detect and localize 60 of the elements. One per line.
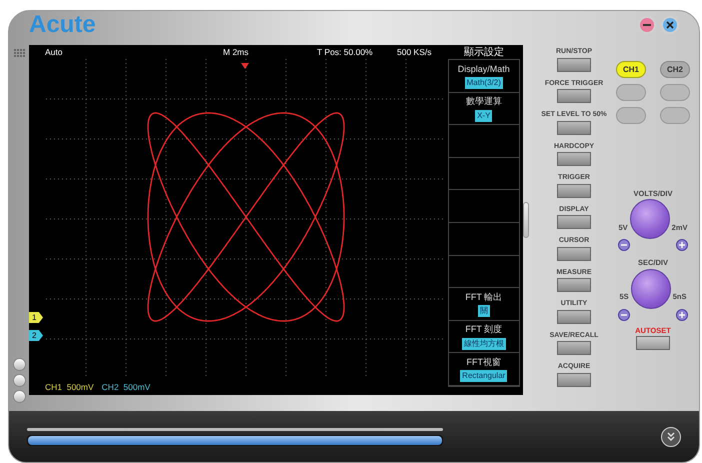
channel-marker[interactable]: 2 bbox=[29, 330, 43, 341]
panel-handle[interactable] bbox=[523, 202, 529, 238]
trigger-position: T Pos: 50.00% bbox=[317, 46, 374, 58]
channel-marker[interactable]: 1 bbox=[29, 312, 43, 323]
minimize-icon bbox=[643, 21, 651, 29]
menu-option[interactable]: FFT 輸出 關 bbox=[448, 288, 519, 321]
plus-icon bbox=[679, 242, 685, 248]
menu-option[interactable]: FFT 刻度 線性均方根 bbox=[448, 320, 519, 354]
option-value: Rectangular bbox=[460, 370, 508, 382]
menu-option[interactable]: FFT視窗 Rectangular bbox=[448, 353, 519, 386]
menu-title: 顯示設定 bbox=[464, 46, 504, 60]
option-value: 關 bbox=[478, 305, 490, 318]
timebase-reading: M 2ms bbox=[223, 46, 250, 58]
expand-button[interactable] bbox=[661, 426, 681, 446]
trigger-mode: Auto bbox=[45, 46, 64, 58]
close-icon bbox=[666, 21, 674, 29]
round-button[interactable] bbox=[12, 390, 26, 403]
round-button[interactable] bbox=[12, 374, 26, 387]
option-value: X-Y bbox=[475, 110, 492, 122]
panel-button[interactable] bbox=[557, 341, 591, 355]
app-logo: Acute bbox=[29, 13, 96, 37]
autoset-button[interactable] bbox=[636, 336, 670, 350]
panel-button[interactable] bbox=[557, 120, 591, 134]
panel-button[interactable] bbox=[556, 278, 591, 292]
panel-button[interactable] bbox=[556, 58, 591, 72]
decrease-button[interactable] bbox=[618, 239, 630, 252]
panel-button[interactable] bbox=[557, 215, 591, 229]
minimize-button[interactable] bbox=[638, 16, 656, 34]
option-label: FFT 刻度 bbox=[465, 323, 502, 336]
channel-button[interactable]: CH1 bbox=[616, 61, 646, 78]
panel-button[interactable] bbox=[557, 372, 591, 386]
option-value: Math(3/2) bbox=[464, 77, 503, 90]
option-label: 數學運算 bbox=[466, 95, 502, 108]
option-label: FFT 輸出 bbox=[465, 290, 502, 304]
menu-option[interactable]: Display/Math Math(3/2) bbox=[448, 60, 519, 93]
sample-rate: 500 KS/s bbox=[397, 46, 432, 58]
rotary-knob[interactable] bbox=[630, 199, 670, 240]
panel-button[interactable] bbox=[557, 310, 591, 324]
channel-readout: CH2 500mV bbox=[102, 380, 150, 394]
channel-button[interactable]: CH2 bbox=[660, 61, 690, 78]
minus-icon bbox=[621, 312, 627, 318]
increase-button[interactable] bbox=[676, 239, 688, 252]
panel-button[interactable] bbox=[557, 89, 591, 103]
channel-readout: CH1 500mV bbox=[45, 380, 94, 394]
rotary-knob[interactable] bbox=[630, 268, 671, 308]
round-button[interactable] bbox=[12, 358, 26, 371]
minus-icon bbox=[621, 242, 627, 248]
increase-button[interactable] bbox=[676, 308, 688, 320]
close-button[interactable] bbox=[661, 16, 679, 34]
menu-option[interactable]: 數學運算 X-Y bbox=[448, 92, 519, 126]
double-chevron-icon bbox=[666, 432, 676, 442]
decrease-button[interactable] bbox=[618, 308, 630, 320]
option-label: Display/Math bbox=[458, 62, 510, 76]
panel-button[interactable] bbox=[557, 246, 591, 260]
grid-icon[interactable] bbox=[14, 49, 24, 58]
option-label: FFT視窗 bbox=[466, 356, 501, 369]
plus-icon bbox=[679, 312, 685, 318]
option-value: 線性均方根 bbox=[462, 338, 506, 350]
panel-button[interactable] bbox=[557, 184, 591, 198]
panel-button[interactable] bbox=[557, 152, 591, 166]
